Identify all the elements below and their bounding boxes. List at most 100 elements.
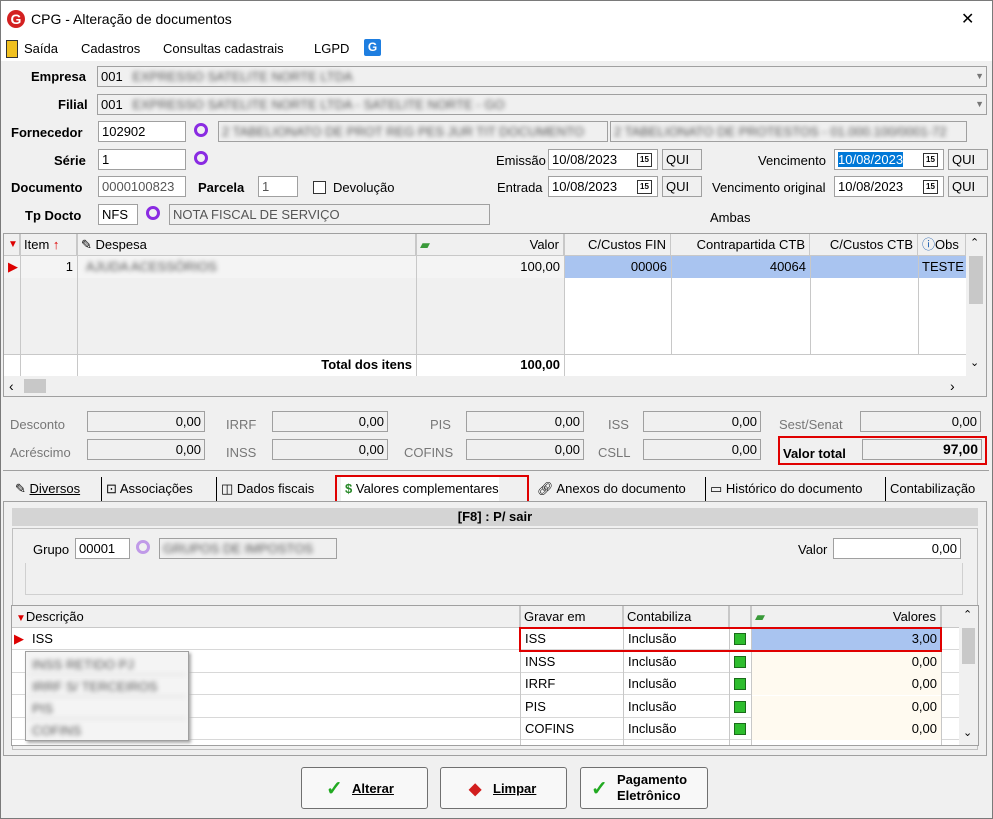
- hscroll-thumb[interactable]: [24, 379, 46, 393]
- edit-icon: ✎: [81, 237, 92, 252]
- col-descricao[interactable]: ▼Descrição: [12, 606, 520, 628]
- valor-input[interactable]: 0,00: [833, 538, 961, 559]
- list-item[interactable]: INSS RETIDO PJ: [28, 654, 186, 675]
- sest-label: Sest/Senat: [779, 417, 843, 432]
- items-hscrollbar[interactable]: ‹ ›: [4, 376, 986, 396]
- col-contabiliza[interactable]: Contabiliza: [623, 606, 729, 628]
- menu-lgpd[interactable]: LGPD: [314, 41, 349, 56]
- tpdocto-label: Tp Docto: [25, 208, 82, 223]
- calendar-icon[interactable]: 15: [923, 180, 938, 194]
- limpar-button[interactable]: ◆ Limpar: [440, 767, 567, 809]
- tab-contabilizacao[interactable]: Contabilização: [885, 477, 975, 501]
- col-obs[interactable]: ⓘObs: [918, 234, 966, 256]
- list-item[interactable]: PIS: [28, 698, 186, 719]
- items-vscrollbar[interactable]: ⌃ ⌄: [966, 234, 986, 376]
- menu-cadastros[interactable]: Cadastros: [81, 41, 140, 56]
- scroll-left-icon[interactable]: ‹: [9, 378, 14, 394]
- menu-saida[interactable]: Saída: [24, 41, 58, 56]
- col-gravar[interactable]: Gravar em: [520, 606, 623, 628]
- devolucao-checkbox[interactable]: [313, 181, 326, 194]
- cell-valores: 0,00: [751, 718, 941, 740]
- vencimento-day: QUI: [948, 149, 988, 170]
- comp-vscrollbar[interactable]: ⌃ ⌄: [959, 606, 978, 745]
- tab-historico[interactable]: ▭ Histórico do documento: [705, 477, 863, 501]
- scroll-icon: ▭: [710, 481, 723, 496]
- col-cc-ctb[interactable]: C/Custos CTB: [810, 234, 918, 256]
- total-itens-value: 100,00: [520, 357, 560, 372]
- col-despesa[interactable]: ✎ Despesa: [77, 234, 416, 256]
- table-row[interactable]: ▶ 1 AJUDA ACESSÓRIOS 100,00 00006 40064 …: [4, 256, 966, 278]
- documento-input[interactable]: 0000100823: [98, 176, 186, 197]
- list-item[interactable]: COFINS: [28, 720, 186, 741]
- fornecedor-name2-field: 2 TABELIONATO DE PROTESTOS - 01.000.100/…: [610, 121, 967, 142]
- parcela-input[interactable]: 1: [258, 176, 298, 197]
- tab-associacoes[interactable]: ⊡ Associações: [101, 477, 193, 501]
- calendar-icon[interactable]: 15: [637, 153, 652, 167]
- col-valores[interactable]: ▰ Valores: [751, 606, 941, 628]
- col-cc-fin[interactable]: C/Custos FIN: [564, 234, 671, 256]
- grupo-input[interactable]: 00001: [75, 538, 130, 559]
- lgpd-logo-icon: G: [364, 39, 381, 56]
- desconto-field: 0,00: [87, 411, 205, 432]
- valor-label: Valor: [798, 542, 828, 557]
- irrf-field: 0,00: [272, 411, 388, 432]
- calendar-icon[interactable]: 15: [923, 153, 938, 167]
- iss-row-highlight: [519, 627, 942, 652]
- chevron-down-icon[interactable]: ▼: [975, 67, 984, 86]
- scroll-up-icon[interactable]: ⌃: [970, 236, 979, 249]
- fornecedor-label: Fornecedor: [11, 125, 83, 140]
- contabiliza-checkbox[interactable]: [734, 678, 746, 690]
- col-valor[interactable]: ▰ Valor: [416, 234, 564, 256]
- calendar-icon[interactable]: 15: [637, 180, 652, 194]
- col-item[interactable]: Item ↑: [20, 234, 77, 256]
- search-icon[interactable]: [194, 123, 208, 137]
- scroll-thumb[interactable]: [962, 628, 975, 664]
- search-icon[interactable]: [194, 151, 208, 165]
- serie-input[interactable]: 1: [98, 149, 186, 170]
- grupo-label: Grupo: [33, 542, 70, 557]
- tab-diversos[interactable]: ✎ Diversos: [11, 477, 80, 501]
- empresa-code: 001: [101, 69, 123, 84]
- tab-dados-fiscais[interactable]: ◫ Dados fiscais: [216, 477, 314, 501]
- filial-name: EXPRESSO SATELITE NORTE LTDA - SATELITE …: [132, 97, 505, 112]
- empresa-field[interactable]: 001 EXPRESSO SATELITE NORTE LTDA ▼: [97, 66, 987, 87]
- contabiliza-checkbox[interactable]: [734, 723, 746, 735]
- filial-field[interactable]: 001 EXPRESSO SATELITE NORTE LTDA - SATEL…: [97, 94, 987, 115]
- pagamento-eletronico-button[interactable]: ✓ Pagamento Eletrônico: [580, 767, 708, 809]
- pis-field: 0,00: [466, 411, 584, 432]
- scroll-up-icon[interactable]: ⌃: [963, 608, 972, 621]
- search-icon[interactable]: [136, 540, 150, 554]
- contabiliza-checkbox[interactable]: [734, 700, 746, 713]
- scroll-down-icon[interactable]: ⌄: [963, 726, 972, 739]
- menu-consultas[interactable]: Consultas cadastrais: [163, 41, 284, 56]
- close-icon[interactable]: ✕: [961, 9, 974, 29]
- csll-label: CSLL: [598, 445, 631, 460]
- cell-gravar: INSS: [520, 650, 623, 673]
- empresa-name: EXPRESSO SATELITE NORTE LTDA: [132, 69, 353, 84]
- iss-field: 0,00: [643, 411, 761, 432]
- scroll-thumb[interactable]: [969, 256, 983, 304]
- col-check[interactable]: [729, 606, 751, 628]
- cell-valor: 100,00: [520, 259, 560, 274]
- items-grid[interactable]: ▼ Item ↑ ✎ Despesa ▰ Valor C/Custos FIN C…: [3, 233, 987, 397]
- tab-anexos[interactable]: 🔗︎ Anexos do documento: [533, 477, 686, 501]
- descricao-dropdown[interactable]: INSS RETIDO PJ IRRF S/ TERCEIROS PIS COF…: [25, 651, 189, 741]
- scroll-right-icon[interactable]: ›: [950, 378, 955, 394]
- tpdocto-input[interactable]: NFS: [98, 204, 138, 225]
- info-icon: ⓘ: [922, 237, 936, 252]
- alterar-button[interactable]: ✓ Alterar: [301, 767, 428, 809]
- fornecedor-code-input[interactable]: 102902: [98, 121, 186, 142]
- col-contrapartida[interactable]: Contrapartida CTB: [671, 234, 810, 256]
- vencimento-original-day: QUI: [948, 176, 988, 197]
- contabiliza-checkbox[interactable]: [734, 655, 746, 668]
- list-item[interactable]: IRRF S/ TERCEIROS: [28, 676, 186, 697]
- chevron-down-icon[interactable]: ▼: [975, 95, 984, 114]
- cell-item: 1: [65, 259, 73, 274]
- search-icon[interactable]: [146, 206, 160, 220]
- emissao-label: Emissão: [496, 153, 546, 168]
- row-pointer-icon: ▶: [14, 631, 24, 646]
- scroll-down-icon[interactable]: ⌄: [970, 356, 979, 369]
- vencimento-original-label: Vencimento original: [712, 180, 826, 195]
- money-icon: ▰: [420, 237, 430, 252]
- filial-code: 001: [101, 97, 123, 112]
